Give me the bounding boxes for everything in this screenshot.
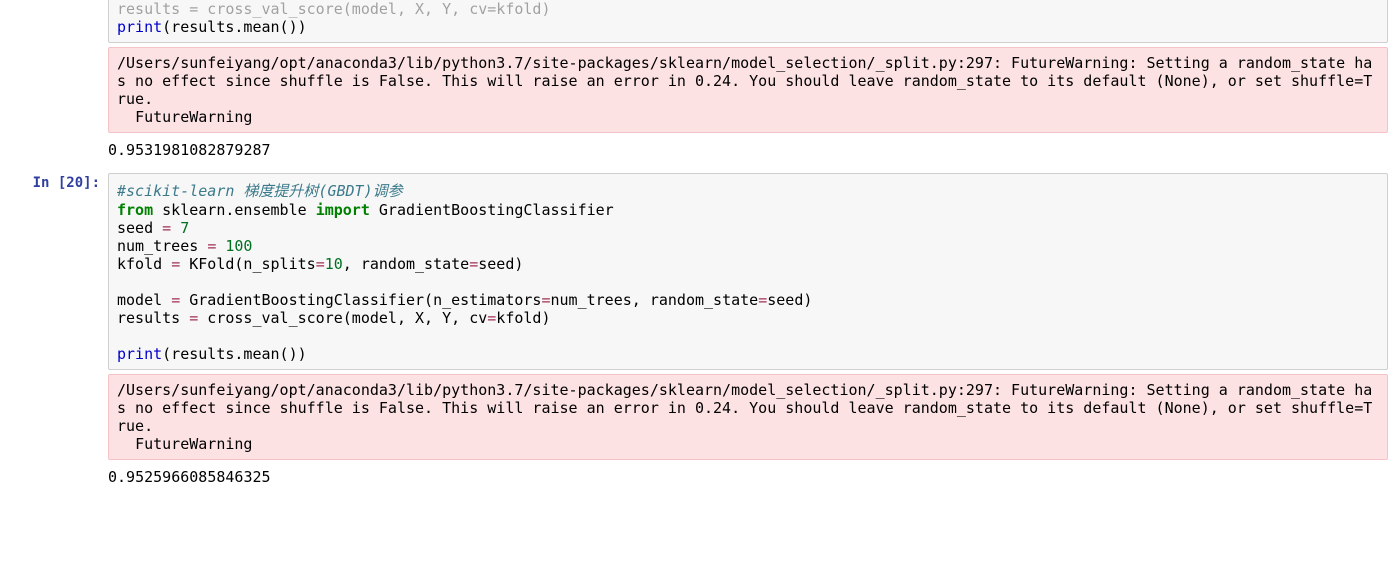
code-line-model: model = GradientBoostingClassifier(n_est…	[117, 291, 812, 309]
code-input-prev[interactable]: results = cross_val_score(model, X, Y, c…	[108, 0, 1388, 43]
code-cell-20: In [20]: #scikit-learn 梯度提升树(GBDT)调参 fro…	[0, 169, 1400, 370]
code-line-results: results = cross_val_score(model, X, Y, c…	[117, 309, 550, 327]
notebook: results = cross_val_score(model, X, Y, c…	[0, 0, 1400, 496]
input-prompt: In [20]:	[0, 169, 108, 370]
code-line-cut: results = cross_val_score(model, X, Y, c…	[117, 0, 550, 18]
stderr-warning: /Users/sunfeiyang/opt/anaconda3/lib/pyth…	[108, 374, 1388, 460]
code-input-20[interactable]: #scikit-learn 梯度提升树(GBDT)调参 from sklearn…	[108, 173, 1388, 370]
prompt-empty	[0, 0, 108, 43]
code-cell-prev-tail: results = cross_val_score(model, X, Y, c…	[0, 0, 1400, 43]
code-comment: #scikit-learn 梯度提升树(GBDT)调参	[117, 182, 403, 200]
output-cell-prev-warning: /Users/sunfeiyang/opt/anaconda3/lib/pyth…	[0, 43, 1400, 135]
code-line-blank2	[117, 327, 126, 345]
code-line-blank1	[117, 273, 126, 291]
code-line-import: from sklearn.ensemble import GradientBoo…	[117, 201, 614, 219]
code-line-numtrees: num_trees = 100	[117, 237, 252, 255]
code-line-print: print(results.mean())	[117, 18, 307, 36]
output-cell-prev-value: 0.9531981082879287	[0, 135, 1400, 169]
output-cell-20-warning: /Users/sunfeiyang/opt/anaconda3/lib/pyth…	[0, 370, 1400, 462]
stdout-output: 0.9525966085846325	[108, 462, 1400, 496]
stdout-output: 0.9531981082879287	[108, 135, 1400, 169]
stderr-warning: /Users/sunfeiyang/opt/anaconda3/lib/pyth…	[108, 47, 1388, 133]
output-cell-20-value: 0.9525966085846325	[0, 462, 1400, 496]
code-line-seed: seed = 7	[117, 219, 189, 237]
code-line-print2: print(results.mean())	[117, 345, 307, 363]
code-line-kfold: kfold = KFold(n_splits=10, random_state=…	[117, 255, 523, 273]
